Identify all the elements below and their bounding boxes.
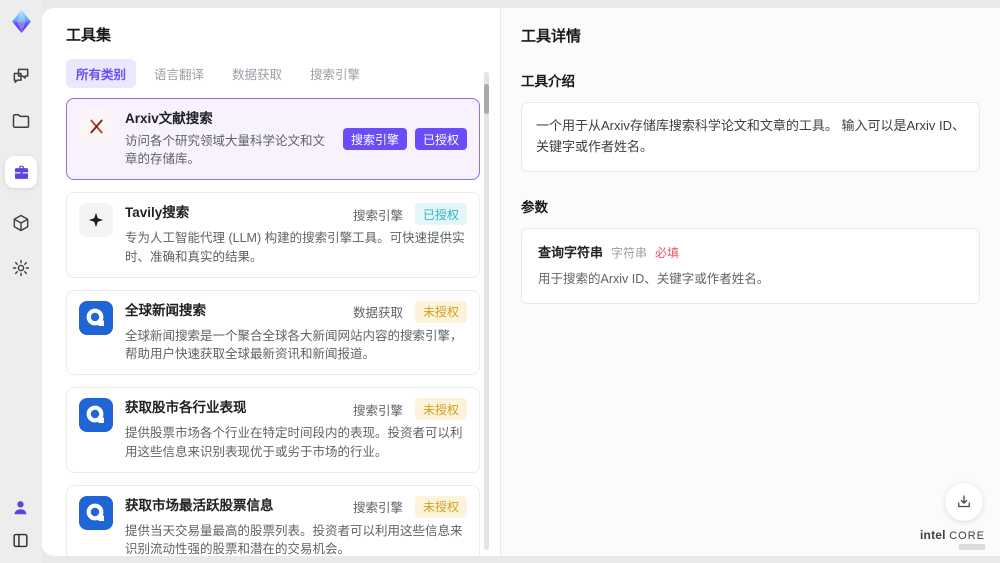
rail-bottom xyxy=(11,498,31,551)
download-icon xyxy=(958,495,970,508)
toolset-pane: 工具集 所有类别 语言翻译 数据获取 搜索引擎 Arxiv文献搜索 访问各个研究… xyxy=(42,8,500,556)
blue-q-logo-icon xyxy=(79,398,113,433)
folder-icon[interactable] xyxy=(11,111,31,131)
param-description: 用于搜索的Arxiv ID、关键字或作者姓名。 xyxy=(538,271,770,286)
tool-description: 专为人工智能代理 (LLM) 构建的搜索引擎工具。可快速提供实时、准确和真实的结… xyxy=(125,231,465,264)
param-type: 字符串 xyxy=(611,245,648,260)
param-name: 查询字符串 xyxy=(538,244,604,260)
category-tabs: 所有类别 语言翻译 数据获取 搜索引擎 xyxy=(66,59,500,88)
tool-intro-text: 一个用于从Arxiv存储库搜索科学论文和文章的工具。 输入可以是Arxiv ID… xyxy=(521,102,980,172)
scrollbar-thumb[interactable] xyxy=(484,84,489,114)
brand-core-text: CORE xyxy=(949,529,985,542)
tool-name: 全球新闻搜索 xyxy=(125,302,206,318)
cube-icon[interactable] xyxy=(11,213,31,233)
blue-q-logo-icon xyxy=(79,495,113,530)
tool-card-active-stocks[interactable]: 获取市场最活跃股票信息 搜索引擎 未授权 提供当天交易量最高的股票列表。投资者可… xyxy=(66,484,480,556)
panel-toggle-icon[interactable] xyxy=(11,531,31,551)
list-scrollbar[interactable] xyxy=(484,72,489,550)
category-label: 搜索引擎 xyxy=(352,403,403,418)
parameter-item: 查询字符串 字符串 必填 用于搜索的Arxiv ID、关键字或作者姓名。 xyxy=(521,227,980,305)
tab-translation[interactable]: 语言翻译 xyxy=(144,59,214,88)
tool-name: Tavily搜索 xyxy=(125,205,190,221)
tool-name: 获取市场最活跃股票信息 xyxy=(125,497,274,513)
tool-description: 全球新闻搜索是一个聚合全球各大新闻网站内容的搜索引擎，帮助用户快速获取全球最新资… xyxy=(125,328,463,362)
arxiv-logo-icon xyxy=(79,109,113,143)
brand-subline xyxy=(959,544,985,550)
auth-badge: 未授权 xyxy=(414,300,467,323)
intel-core-logo: intel CORE xyxy=(920,527,985,550)
rail-nav xyxy=(5,66,37,278)
tool-detail-pane: 工具详情 工具介绍 一个用于从Arxiv存储库搜索科学论文和文章的工具。 输入可… xyxy=(500,8,1000,556)
tool-card-list: Arxiv文献搜索 访问各个研究领域大量科学论文和文章的存储库。 搜索引擎 已授… xyxy=(66,98,480,556)
param-required-flag: 必填 xyxy=(655,245,680,260)
category-label: 搜索引擎 xyxy=(352,208,403,223)
auth-badge: 未授权 xyxy=(414,495,467,518)
tool-card-arxiv[interactable]: Arxiv文献搜索 访问各个研究领域大量科学论文和文章的存储库。 搜索引擎 已授… xyxy=(66,98,480,181)
brand-intel-text: intel xyxy=(920,527,946,542)
params-heading: 参数 xyxy=(521,199,548,215)
chat-icon[interactable] xyxy=(11,66,31,86)
category-badge: 搜索引擎 xyxy=(342,128,407,151)
tool-description: 访问各个研究领域大量科学论文和文章的存储库。 xyxy=(125,133,326,167)
download-button[interactable] xyxy=(945,483,983,521)
briefcase-icon[interactable] xyxy=(5,156,37,188)
tab-search-engine[interactable]: 搜索引擎 xyxy=(300,59,370,88)
auth-badge: 已授权 xyxy=(414,128,467,151)
app-logo-gem-icon xyxy=(9,9,34,34)
toolset-title: 工具集 xyxy=(66,27,112,44)
tool-description: 提供股票市场各个行业在特定时间段内的表现。投资者可以利用这些信息来识别表现优于或… xyxy=(125,426,463,459)
tool-card-tavily[interactable]: Tavily搜索 搜索引擎 已授权 专为人工智能代理 (LLM) 构建的搜索引擎… xyxy=(66,192,480,278)
tool-description: 提供当天交易量最高的股票列表。投资者可以利用这些信息来识别流动性强的股票和潜在的… xyxy=(125,523,463,556)
auth-badge: 未授权 xyxy=(414,398,467,421)
tool-name: 获取股市各行业表现 xyxy=(125,400,247,416)
auth-badge: 已授权 xyxy=(414,203,467,226)
tool-card-global-news[interactable]: 全球新闻搜索 数据获取 未授权 全球新闻搜索是一个聚合全球各大新闻网站内容的搜索… xyxy=(66,289,480,376)
sparkle-logo-icon xyxy=(79,203,113,238)
user-icon[interactable] xyxy=(11,498,31,518)
category-label: 搜索引擎 xyxy=(352,501,403,516)
tab-all-categories[interactable]: 所有类别 xyxy=(66,59,137,88)
blue-q-logo-icon xyxy=(79,300,113,335)
main-panel: 工具集 所有类别 语言翻译 数据获取 搜索引擎 Arxiv文献搜索 访问各个研究… xyxy=(42,8,1000,556)
tool-name: Arxiv文献搜索 xyxy=(125,111,213,126)
intro-heading: 工具介绍 xyxy=(521,74,575,89)
detail-title: 工具详情 xyxy=(521,28,582,45)
gear-icon[interactable] xyxy=(11,258,31,278)
tab-data-fetch[interactable]: 数据获取 xyxy=(222,59,292,88)
tool-card-stock-sectors[interactable]: 获取股市各行业表现 搜索引擎 未授权 提供股票市场各个行业在特定时间段内的表现。… xyxy=(66,387,480,473)
category-label: 数据获取 xyxy=(352,306,403,321)
left-rail xyxy=(0,0,42,563)
